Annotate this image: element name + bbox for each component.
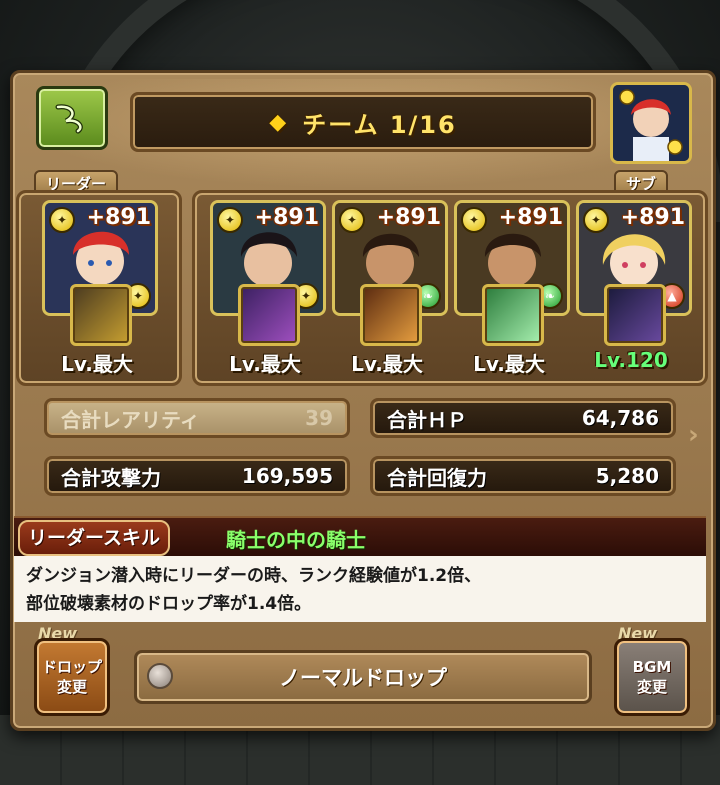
plus-value: +891 bbox=[620, 205, 685, 230]
diamond-icon: ◆ bbox=[269, 109, 289, 135]
light-orb-icon: ✦ bbox=[461, 207, 487, 233]
drop-change-button[interactable]: ドロップ 変更 bbox=[34, 638, 110, 716]
next-page-arrow-icon[interactable]: › bbox=[688, 420, 699, 450]
total-hp: 合計ＨＰ 64,786 bbox=[370, 398, 676, 438]
button-label: ドロップ bbox=[41, 658, 102, 676]
level-text: Lv.120 bbox=[594, 348, 668, 372]
stat-value: 5,280 bbox=[595, 464, 659, 488]
back-button[interactable] bbox=[36, 86, 108, 150]
assist-slot[interactable] bbox=[482, 284, 544, 346]
bgm-change-button[interactable]: BGM 変更 bbox=[614, 638, 690, 716]
stat-label: 合計回復力 bbox=[387, 465, 487, 490]
plus-value: +891 bbox=[498, 205, 563, 230]
back-arrow-icon bbox=[55, 104, 83, 134]
plus-value: +891 bbox=[376, 205, 441, 230]
light-orb-icon: ✦ bbox=[217, 207, 243, 233]
total-attack: 合計攻撃力 169,595 bbox=[44, 456, 350, 496]
skill-desc-line: ダンジョン潜入時にリーダーの時、ランク経験値が1.2倍、 bbox=[26, 566, 482, 586]
light-orb-icon: ✦ bbox=[583, 207, 609, 233]
leader-skill-name: 騎士の中の騎士 bbox=[226, 528, 366, 552]
skill-desc-line: 部位破壊素材のドロップ率が1.4倍。 bbox=[26, 594, 312, 614]
team-title-bar[interactable]: ◆ チーム 1/16 bbox=[130, 92, 596, 152]
button-label: 変更 bbox=[636, 678, 667, 696]
drop-type-display[interactable]: ノーマルドロップ bbox=[134, 650, 592, 704]
total-rarity: 合計レアリティ 39 bbox=[44, 398, 350, 438]
total-recovery: 合計回復力 5,280 bbox=[370, 456, 676, 496]
plus-value: +891 bbox=[254, 205, 319, 230]
drop-orb-icon bbox=[147, 663, 173, 689]
stat-value: 169,595 bbox=[241, 464, 333, 488]
assist-slot[interactable] bbox=[360, 284, 422, 346]
level-text: Lv.最大 bbox=[351, 352, 423, 376]
stat-value: 64,786 bbox=[581, 406, 659, 430]
button-label: 変更 bbox=[56, 678, 87, 696]
stat-label: 合計攻撃力 bbox=[61, 465, 161, 490]
leader-skill-description: ダンジョン潜入時にリーダーの時、ランク経験値が1.2倍、 部位破壊素材のドロップ… bbox=[14, 556, 706, 622]
stat-value: 39 bbox=[305, 406, 333, 430]
button-label: BGM bbox=[632, 658, 672, 676]
level-text: Lv.最大 bbox=[61, 352, 133, 376]
plus-value: +891 bbox=[86, 205, 151, 230]
drop-type-name: ノーマルドロップ bbox=[279, 666, 447, 690]
assist-slot[interactable] bbox=[604, 284, 666, 346]
level-text: Lv.最大 bbox=[229, 352, 301, 376]
stat-label: 合計レアリティ bbox=[61, 407, 200, 432]
helper-avatar-icon bbox=[613, 85, 689, 161]
leader-skill-label: リーダースキル bbox=[18, 520, 171, 556]
stat-label: 合計ＨＰ bbox=[387, 407, 467, 432]
level-text: Lv.最大 bbox=[473, 352, 545, 376]
assist-slot[interactable] bbox=[238, 284, 300, 346]
assist-slot[interactable] bbox=[70, 284, 132, 346]
team-label: チーム 1/16 bbox=[302, 110, 457, 139]
helper-portrait[interactable] bbox=[610, 82, 692, 164]
light-orb-icon: ✦ bbox=[49, 207, 75, 233]
light-orb-icon: ✦ bbox=[339, 207, 365, 233]
